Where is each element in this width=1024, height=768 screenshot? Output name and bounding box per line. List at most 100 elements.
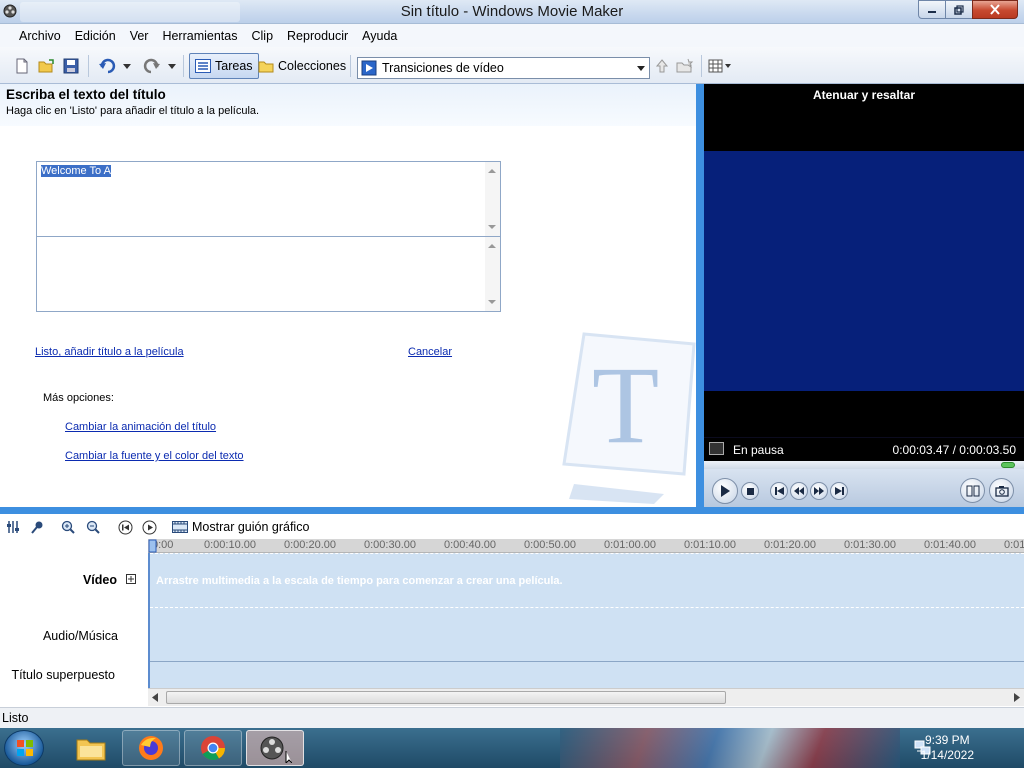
menu-edicion[interactable]: Edición [68,29,123,43]
timeline-ruler[interactable]: 0:00 0:00:10.00 0:00:20.00 0:00:30.00 0:… [148,539,1024,553]
expand-track-icon[interactable] [126,574,136,584]
close-button[interactable] [972,0,1018,19]
task-pane-header: Escriba el texto del título Haga clic en… [0,84,696,126]
zoom-in-button[interactable] [60,519,76,535]
fast-forward-button[interactable] [810,482,828,500]
taskbar-clock[interactable]: 9:39 PM 1/14/2022 [921,733,974,763]
pane-splitter-vertical[interactable] [696,84,704,508]
pane-splitter-horizontal[interactable] [0,507,1024,514]
seek-bar[interactable] [704,461,1024,469]
preview-status: En pausa 0:00:03.47 / 0:00:03.50 [704,438,1024,461]
taskbar-movie-maker[interactable] [246,730,304,766]
show-storyboard-button[interactable] [172,519,188,535]
rewind-button[interactable] [790,482,808,500]
timeline-horizontal-scrollbar[interactable] [148,688,1024,706]
taskbar-chrome[interactable] [184,730,242,766]
narrate-timeline-button[interactable] [29,519,45,535]
timeline-tracks[interactable]: Arrastre multimedia a la escala de tiemp… [148,553,1024,688]
storyboard-icon [172,521,188,533]
title-text-content: Welcome To A [41,165,111,177]
secondary-text-input[interactable] [36,236,501,312]
menu-clip[interactable]: Clip [244,29,280,43]
clock-time: 9:39 PM [924,733,970,747]
redo-button[interactable] [141,56,163,76]
rewind-icon [794,487,804,495]
video-track[interactable]: Arrastre multimedia a la escala de tiemp… [150,553,1024,608]
minimize-button[interactable] [918,0,946,19]
new-project-button[interactable] [13,56,31,76]
views-button[interactable] [707,56,733,76]
toolbar-separator [701,55,702,77]
open-project-button[interactable] [37,56,57,76]
play-timeline-icon [142,520,156,534]
ruler-tick: 0:00:30.00 [364,539,416,551]
video-track-hint: Arrastre multimedia a la escala de tiemp… [156,575,563,587]
stop-button[interactable] [741,482,759,500]
collection-up-button[interactable] [653,56,671,76]
title-text-scrollbar[interactable] [485,162,500,236]
window-controls [918,0,1018,20]
scroll-left-icon[interactable] [152,693,158,702]
collections-button[interactable]: Colecciones [253,53,351,79]
play-button[interactable] [712,478,738,504]
cancel-link[interactable]: Cancelar [408,346,452,358]
secondary-text-scrollbar[interactable] [485,237,500,311]
change-title-animation-link[interactable]: Cambiar la animación del título [65,421,216,433]
ruler-tick: 0:00:10.00 [204,539,256,551]
undo-dropdown-button[interactable] [121,56,133,76]
taskbar-firefox[interactable] [122,730,180,766]
scroll-right-icon[interactable] [1014,693,1020,702]
tasks-button[interactable]: Tareas [189,53,259,79]
change-font-color-link[interactable]: Cambiar la fuente y el color del texto [65,450,244,462]
zoom-out-button[interactable] [85,519,101,535]
timeline-toolbar: Mostrar guión gráfico [0,514,1024,540]
split-clip-button[interactable] [960,478,985,503]
menu-reproducir[interactable]: Reproducir [280,29,355,43]
collection-select-arrow[interactable] [632,58,649,78]
more-options-label: Más opciones: [43,392,114,404]
scroll-up-icon[interactable] [488,244,496,248]
title-text-input[interactable]: Welcome To A [36,161,501,237]
previous-frame-button[interactable] [770,482,788,500]
scroll-down-icon[interactable] [488,300,496,304]
set-audio-levels-button[interactable] [5,519,21,535]
clock-date: 1/14/2022 [920,748,974,762]
start-button[interactable] [4,730,44,766]
menu-ver[interactable]: Ver [123,29,156,43]
play-timeline-button[interactable] [141,519,157,535]
preview-letterbox-bottom [704,391,1024,437]
seek-thumb[interactable] [1001,462,1015,468]
scroll-up-icon[interactable] [488,169,496,173]
new-collection-button[interactable] [675,56,695,76]
scroll-thumb[interactable] [166,691,726,704]
save-project-button[interactable] [61,56,81,76]
ruler-tick: 0:00:20.00 [284,539,336,551]
rewind-timeline-button[interactable] [117,519,133,535]
undo-button[interactable] [96,56,118,76]
menu-archivo[interactable]: Archivo [12,29,68,43]
restore-button[interactable] [945,0,973,19]
redo-dropdown-button[interactable] [166,56,178,76]
menu-ayuda[interactable]: Ayuda [355,29,404,43]
play-icon [721,485,730,497]
track-label-video: Vídeo [82,573,117,587]
show-storyboard-label[interactable]: Mostrar guión gráfico [192,520,309,534]
collection-select[interactable]: Transiciones de vídeo [357,57,650,79]
next-frame-button[interactable] [830,482,848,500]
fast-forward-icon [814,487,824,495]
audio-music-track[interactable] [150,609,1024,662]
tasks-list-icon [195,59,211,73]
undo-icon [99,58,116,74]
menu-herramientas[interactable]: Herramientas [155,29,244,43]
playback-controls [704,461,1024,507]
audio-levels-icon [7,521,19,533]
desktop-wallpaper-strip [560,728,900,768]
taskbar-file-explorer[interactable] [62,730,120,766]
title-overlay-track[interactable] [150,663,1024,688]
skip-back-icon [774,487,784,495]
done-add-title-link[interactable]: Listo, añadir título a la película [35,346,184,358]
take-picture-button[interactable] [989,478,1014,503]
chrome-icon [201,736,225,761]
scroll-down-icon[interactable] [488,225,496,229]
preview-title: Atenuar y resaltar [704,84,1024,106]
